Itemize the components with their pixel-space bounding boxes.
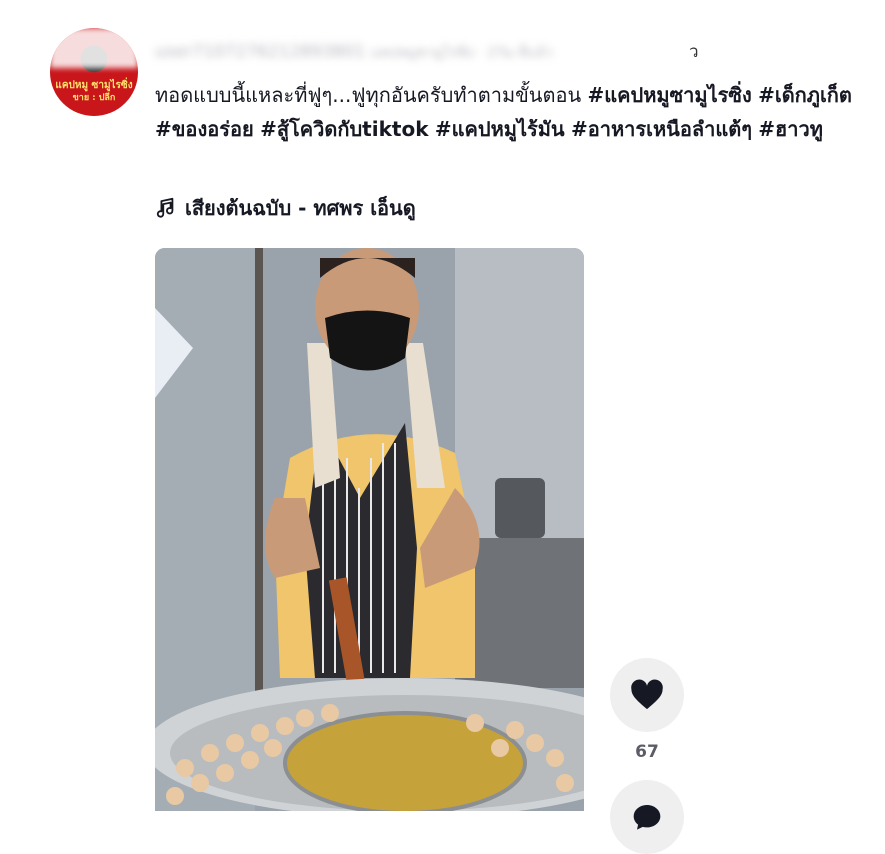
hashtag-link[interactable]: #แคปหมูไร้มัน xyxy=(435,117,565,141)
author-meta: แคปหมูซามูไรซิ่ง · 2วัน ที่แล้ว xyxy=(370,45,553,61)
avatar-text-line1: แคปหมู ซามูไรซิ่ง xyxy=(55,80,133,91)
comment-button[interactable] xyxy=(610,780,684,854)
music-link[interactable]: เสียงต้นฉบับ - ทศพร เอ็นดู xyxy=(155,192,416,224)
author-username[interactable]: user7107276212893801 xyxy=(155,42,365,62)
avatar-text-line2: ขาย : ปลีก xyxy=(72,93,116,103)
music-note-icon xyxy=(155,197,177,219)
music-title: เสียงต้นฉบับ - ทศพร เอ็นดู xyxy=(185,196,416,220)
hashtag-link[interactable]: #อาหารเหนือลำแต้ๆ xyxy=(571,117,752,141)
hashtag-link[interactable]: #ฮาวทู xyxy=(758,117,823,141)
video-player[interactable] xyxy=(155,248,584,811)
hashtag-link[interactable]: #แคปหมูซามูไรซิ่ง xyxy=(588,83,752,107)
comment-icon xyxy=(631,801,663,833)
video-frame xyxy=(155,248,584,811)
hashtag-link[interactable]: #ของอร่อย xyxy=(155,117,254,141)
author-line[interactable]: user7107276212893801 แคปหมูซามูไรซิ่ง · … xyxy=(155,38,715,66)
heart-icon xyxy=(630,679,664,711)
avatar-logo-text: แคปหมู ซามูไรซิ่ง ขาย : ปลีก xyxy=(50,80,138,104)
avatar-blur-overlay xyxy=(50,28,138,68)
caption-text: ทอดแบบนี้แหละที่ฟูๆ...ฟูทุกอันครับทำตามข… xyxy=(155,83,582,107)
like-count: 67 xyxy=(635,742,659,762)
post-caption: ทอดแบบนี้แหละที่ฟูๆ...ฟูทุกอันครับทำตามข… xyxy=(155,78,875,146)
hashtag-link[interactable]: #สู้โควิดกับtiktok xyxy=(260,117,428,141)
author-meta-tail: ว xyxy=(689,42,699,62)
like-button[interactable] xyxy=(610,658,684,732)
hashtag-link[interactable]: #เด็กภูเก็ต xyxy=(758,83,852,107)
avatar[interactable]: แคปหมู ซามูไรซิ่ง ขาย : ปลีก xyxy=(50,28,138,116)
